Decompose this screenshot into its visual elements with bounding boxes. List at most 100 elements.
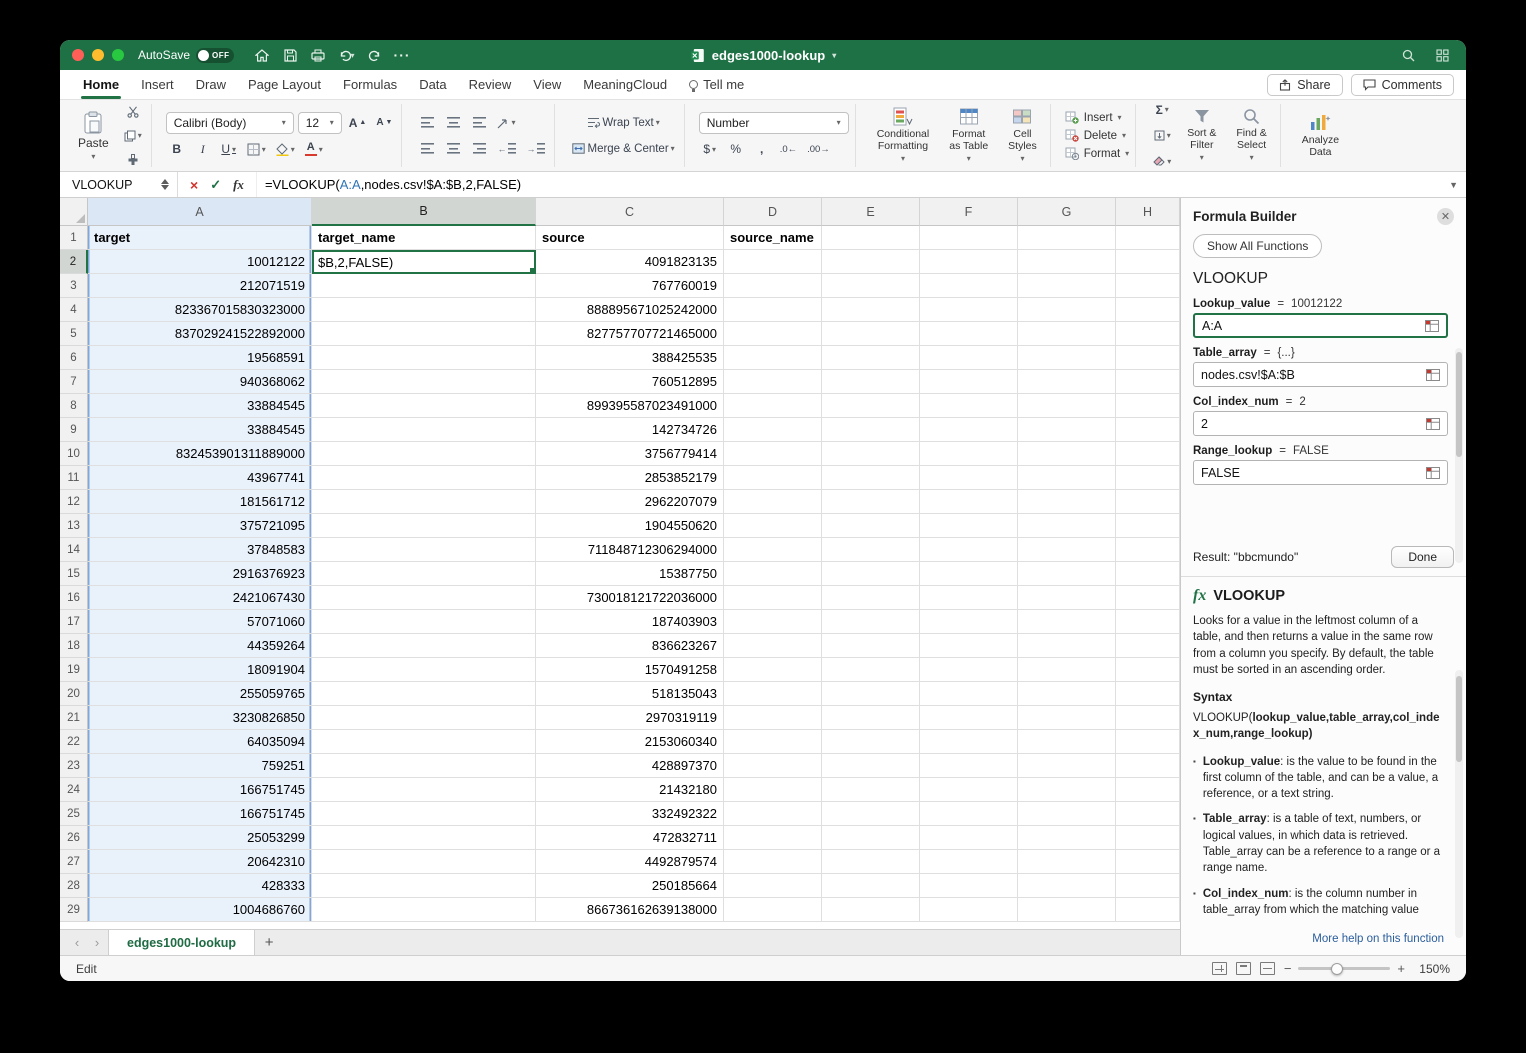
- cell-F25[interactable]: [920, 802, 1018, 826]
- cell-B10[interactable]: [312, 442, 536, 466]
- cell-B5[interactable]: [312, 322, 536, 346]
- range-selector-icon[interactable]: [1426, 418, 1440, 430]
- increase-decimal-button[interactable]: .0←: [777, 139, 800, 160]
- cell-G18[interactable]: [1018, 634, 1116, 658]
- cell-F23[interactable]: [920, 754, 1018, 778]
- cell-A17[interactable]: 57071060: [88, 610, 312, 634]
- cell-B17[interactable]: [312, 610, 536, 634]
- font-name-combo[interactable]: Calibri (Body) ▾: [166, 112, 294, 134]
- cell-H4[interactable]: [1116, 298, 1180, 322]
- analyze-data-button[interactable]: AnalyzeData: [1295, 111, 1346, 160]
- cell-E21[interactable]: [822, 706, 920, 730]
- cell-D3[interactable]: [724, 274, 822, 298]
- cell-G7[interactable]: [1018, 370, 1116, 394]
- align-bottom-button[interactable]: [468, 112, 490, 133]
- cell-F14[interactable]: [920, 538, 1018, 562]
- cell-H1[interactable]: [1116, 226, 1180, 250]
- row-header-1[interactable]: 1: [60, 226, 88, 250]
- cell-D15[interactable]: [724, 562, 822, 586]
- cell-H8[interactable]: [1116, 394, 1180, 418]
- cell-G5[interactable]: [1018, 322, 1116, 346]
- cell-C21[interactable]: 2970319119: [536, 706, 724, 730]
- cell-C14[interactable]: 711848712306294000: [536, 538, 724, 562]
- cell-A20[interactable]: 255059765: [88, 682, 312, 706]
- tab-home[interactable]: Home: [72, 70, 130, 99]
- cell-A18[interactable]: 44359264: [88, 634, 312, 658]
- cell-B28[interactable]: [312, 874, 536, 898]
- cell-C22[interactable]: 2153060340: [536, 730, 724, 754]
- cell-F29[interactable]: [920, 898, 1018, 922]
- row-header-9[interactable]: 9: [60, 418, 88, 442]
- sheet-tab-active[interactable]: edges1000-lookup: [108, 930, 255, 955]
- cell-B19[interactable]: [312, 658, 536, 682]
- zoom-in-icon[interactable]: +: [1397, 961, 1405, 976]
- cell-D22[interactable]: [724, 730, 822, 754]
- cell-C24[interactable]: 21432180: [536, 778, 724, 802]
- cell-D29[interactable]: [724, 898, 822, 922]
- cell-F20[interactable]: [920, 682, 1018, 706]
- cell-H17[interactable]: [1116, 610, 1180, 634]
- cell-C19[interactable]: 1570491258: [536, 658, 724, 682]
- tab-review[interactable]: Review: [458, 70, 523, 99]
- cell-E20[interactable]: [822, 682, 920, 706]
- row-header-23[interactable]: 23: [60, 754, 88, 778]
- cell-F26[interactable]: [920, 826, 1018, 850]
- row-header-29[interactable]: 29: [60, 898, 88, 922]
- cell-B29[interactable]: [312, 898, 536, 922]
- cell-H18[interactable]: [1116, 634, 1180, 658]
- cell-E29[interactable]: [822, 898, 920, 922]
- save-icon[interactable]: [278, 44, 302, 66]
- zoom-percentage[interactable]: 150%: [1414, 962, 1450, 976]
- row-header-7[interactable]: 7: [60, 370, 88, 394]
- column-header-H[interactable]: H: [1116, 198, 1180, 226]
- cell-B13[interactable]: [312, 514, 536, 538]
- cell-H26[interactable]: [1116, 826, 1180, 850]
- cell-E18[interactable]: [822, 634, 920, 658]
- cell-F15[interactable]: [920, 562, 1018, 586]
- comma-button[interactable]: ,: [751, 139, 773, 160]
- done-button[interactable]: Done: [1391, 546, 1454, 568]
- sheet-nav-prev-icon[interactable]: ‹: [68, 935, 86, 950]
- cell-D27[interactable]: [724, 850, 822, 874]
- row-header-11[interactable]: 11: [60, 466, 88, 490]
- cell-E12[interactable]: [822, 490, 920, 514]
- cell-E16[interactable]: [822, 586, 920, 610]
- cell-D21[interactable]: [724, 706, 822, 730]
- cell-C25[interactable]: 332492322: [536, 802, 724, 826]
- cell-H15[interactable]: [1116, 562, 1180, 586]
- range-selector-icon[interactable]: [1426, 467, 1440, 479]
- cell-H24[interactable]: [1116, 778, 1180, 802]
- cancel-formula-icon[interactable]: ×: [190, 177, 198, 193]
- cell-C5[interactable]: 827757707721465000: [536, 322, 724, 346]
- cell-B16[interactable]: [312, 586, 536, 610]
- cell-F3[interactable]: [920, 274, 1018, 298]
- cell-B15[interactable]: [312, 562, 536, 586]
- column-header-F[interactable]: F: [920, 198, 1018, 226]
- cell-B7[interactable]: [312, 370, 536, 394]
- normal-view-icon[interactable]: [1212, 962, 1227, 975]
- cell-D18[interactable]: [724, 634, 822, 658]
- cell-G14[interactable]: [1018, 538, 1116, 562]
- cell-E11[interactable]: [822, 466, 920, 490]
- cell-F1[interactable]: [920, 226, 1018, 250]
- cell-H2[interactable]: [1116, 250, 1180, 274]
- cell-B2[interactable]: $B,2,FALSE): [312, 250, 536, 274]
- cell-D28[interactable]: [724, 874, 822, 898]
- cell-F10[interactable]: [920, 442, 1018, 466]
- more-commands-icon[interactable]: ···: [390, 44, 414, 66]
- clear-button[interactable]: ▾: [1150, 151, 1174, 172]
- cell-A16[interactable]: 2421067430: [88, 586, 312, 610]
- cell-G12[interactable]: [1018, 490, 1116, 514]
- cell-G25[interactable]: [1018, 802, 1116, 826]
- cell-G20[interactable]: [1018, 682, 1116, 706]
- row-header-24[interactable]: 24: [60, 778, 88, 802]
- cell-E13[interactable]: [822, 514, 920, 538]
- page-layout-view-icon[interactable]: [1236, 962, 1251, 975]
- cell-C26[interactable]: 472832711: [536, 826, 724, 850]
- row-header-28[interactable]: 28: [60, 874, 88, 898]
- row-header-18[interactable]: 18: [60, 634, 88, 658]
- align-top-button[interactable]: [416, 112, 438, 133]
- show-all-functions-button[interactable]: Show All Functions: [1193, 234, 1322, 258]
- cell-C9[interactable]: 142734726: [536, 418, 724, 442]
- cell-D23[interactable]: [724, 754, 822, 778]
